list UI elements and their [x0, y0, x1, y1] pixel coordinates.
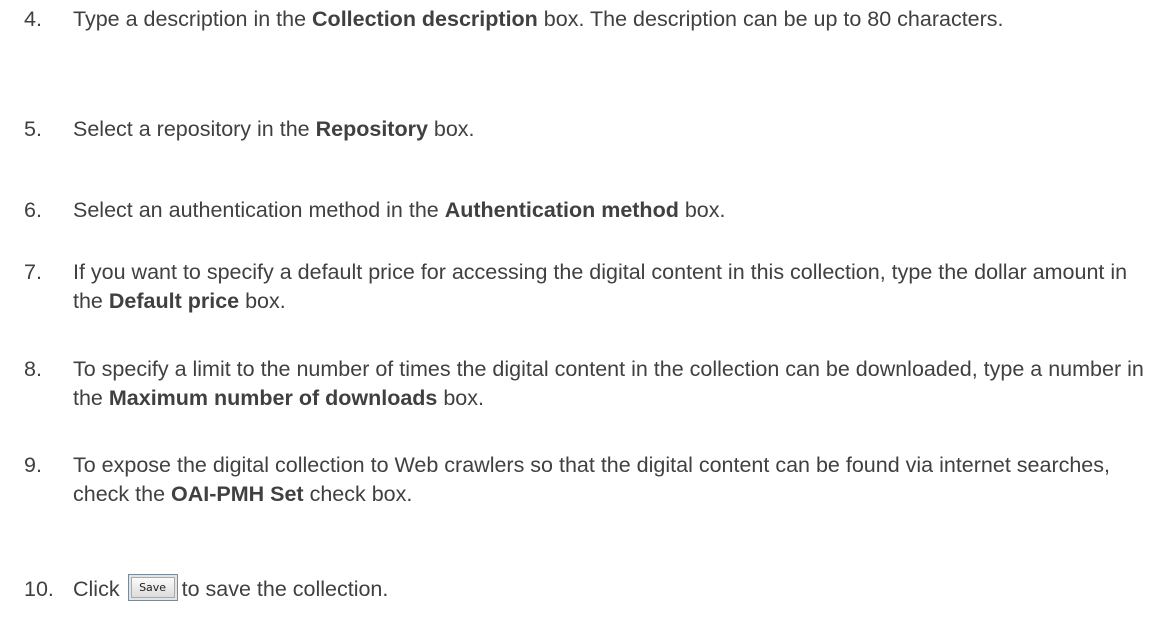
step-text: Click Save to save the collection.	[73, 573, 1158, 604]
field-name: OAI-PMH Set	[171, 482, 304, 506]
step-text: Select an authentication method in the A…	[73, 198, 726, 222]
field-name: Collection description	[312, 7, 538, 31]
step-text: If you want to specify a default price f…	[73, 260, 1128, 313]
field-name: Authentication method	[444, 198, 679, 222]
step-number: 10.	[24, 577, 54, 601]
step-text: Type a description in the Collection des…	[73, 7, 1004, 31]
step-number: 6.	[24, 198, 42, 222]
field-name: Repository	[315, 117, 428, 141]
save-button[interactable]: Save	[127, 573, 178, 601]
step-text: To specify a limit to the number of time…	[73, 357, 1144, 410]
step-text: Select a repository in the Repository bo…	[73, 117, 475, 141]
step-number: 5.	[24, 117, 42, 141]
step-number: 8.	[24, 357, 42, 381]
step-number: 7.	[24, 260, 42, 284]
field-name: Maximum number of downloads	[108, 386, 438, 410]
field-name: Default price	[108, 289, 240, 313]
step-text: To expose the digital collection to Web …	[73, 453, 1110, 506]
save-button-label[interactable]: Save	[130, 576, 175, 598]
step-number: 4.	[24, 7, 42, 31]
step-number: 9.	[24, 453, 42, 477]
